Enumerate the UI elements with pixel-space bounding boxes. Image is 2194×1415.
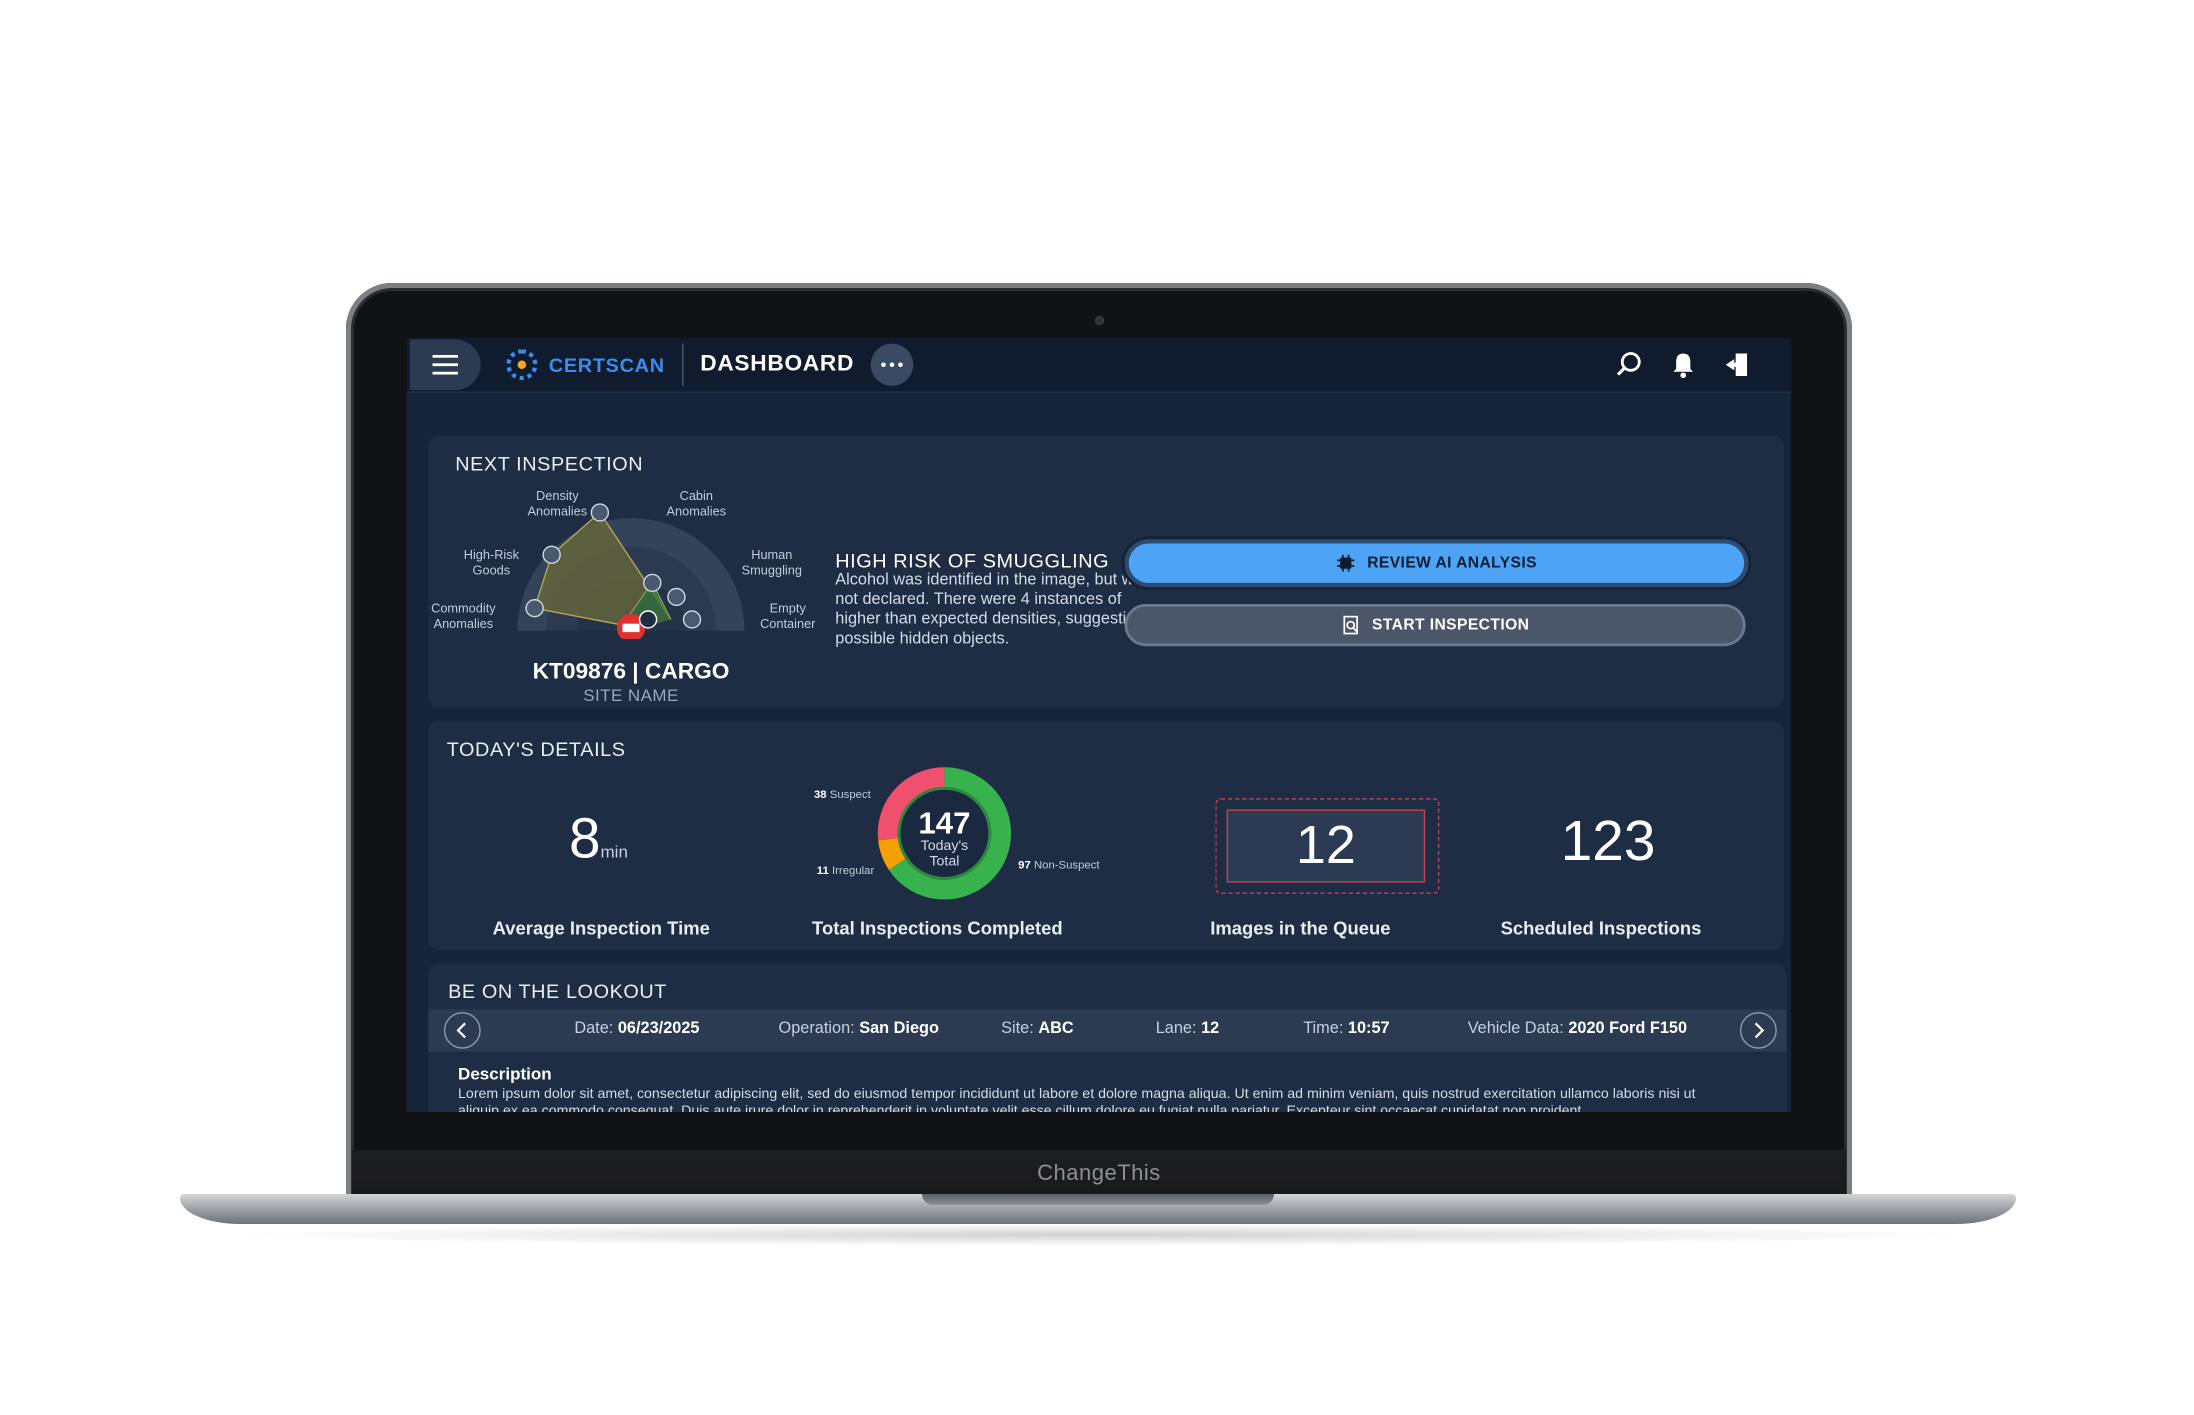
ellipsis-icon: [881, 362, 904, 367]
scan-document-icon: [1342, 615, 1358, 635]
avg-time-caption: Average Inspection Time: [492, 917, 710, 939]
avg-time-unit: min: [600, 841, 628, 862]
lookout-operation: Operation: San Diego: [779, 1021, 939, 1038]
start-inspection-button[interactable]: START INSPECTION: [1124, 603, 1746, 647]
webcam: [1095, 316, 1104, 325]
top-bar: CERTSCAN DASHBOARD: [407, 338, 1791, 393]
next-button[interactable]: [1739, 1012, 1777, 1049]
suspect-label: Suspect: [829, 788, 871, 801]
logout-icon: [1725, 353, 1748, 376]
chevron-right-icon: [1754, 1022, 1765, 1039]
suspect-count: 38: [813, 788, 827, 801]
queue-count: 12: [1226, 809, 1426, 883]
ai-chip-icon: [1337, 554, 1355, 572]
laptop-chin: ChangeThis: [352, 1150, 1846, 1195]
start-inspection-label: START INSPECTION: [1372, 616, 1530, 634]
search-button[interactable]: [1612, 348, 1646, 382]
operation-value: San Diego: [859, 1020, 939, 1038]
suspect-legend: 38 Suspect: [814, 788, 871, 801]
certscan-logo[interactable]: CERTSCAN: [506, 349, 665, 381]
vehicle-label: Vehicle Data:: [1467, 1020, 1564, 1038]
header-actions: [1612, 348, 1754, 382]
logout-button[interactable]: [1720, 348, 1754, 382]
images-queue-box[interactable]: 12: [1215, 798, 1440, 894]
non-suspect-label: Non-Suspect: [1033, 858, 1100, 872]
site-id: KT09876 | CARGO: [532, 660, 730, 685]
description-text: Lorem ipsum dolor sit amet, consectetur …: [458, 1086, 1696, 1112]
lane-value: 12: [1201, 1020, 1220, 1038]
scheduled-caption: Scheduled Inspections: [1500, 917, 1702, 939]
todays-details-panel: TODAY'S DETAILS 8min Average Inspection …: [428, 720, 1784, 951]
non-suspect-legend: 97 Non-Suspect: [1018, 859, 1099, 872]
lane-label: Lane:: [1155, 1020, 1197, 1038]
scheduled-value: 123: [1560, 810, 1656, 873]
radar-label-high-risk: High-Risk Goods: [463, 547, 520, 578]
site-name: SITE NAME: [583, 685, 679, 706]
more-options-button[interactable]: [871, 343, 914, 386]
page-title: DASHBOARD: [700, 352, 855, 376]
lookout-vehicle: Vehicle Data: 2020 Ford F150: [1468, 1021, 1687, 1038]
risk-title: HIGH RISK OF SMUGGLING: [835, 549, 1110, 572]
site-label: Site:: [1001, 1020, 1034, 1038]
site-value: ABC: [1038, 1020, 1074, 1038]
todays-details-title: TODAY'S DETAILS: [446, 737, 626, 761]
date-value: 06/23/2025: [617, 1020, 700, 1038]
laptop-notch: [922, 1194, 1274, 1205]
risk-description: Alcohol was identified in the image, but…: [835, 571, 1151, 648]
radar-label-cabin: Cabin Anomalies: [666, 488, 727, 519]
lookout-card: BE ON THE LOOKOUT Date: 06/23/2025 Opera…: [428, 962, 1787, 1112]
laptop-shadow: [220, 1224, 1980, 1246]
time-label: Time:: [1303, 1020, 1344, 1038]
chevron-left-icon: [456, 1022, 466, 1039]
radar-label-density: Density Anomalies: [527, 488, 588, 519]
radar-label-empty: Empty Container: [760, 601, 816, 631]
next-inspection-title: NEXT INSPECTION: [455, 451, 644, 475]
vehicle-value: 2020 Ford F150: [1568, 1020, 1688, 1038]
lookout-info-bar: Date: 06/23/2025 Operation: San Diego Si…: [428, 1009, 1787, 1052]
device-label: ChangeThis: [1037, 1159, 1161, 1185]
search-icon: [1616, 352, 1641, 376]
previous-button[interactable]: [443, 1012, 481, 1049]
radar-label-commodity: Commodity Anomalies: [431, 601, 496, 631]
donut-total-sublabel: Today's Total: [920, 838, 969, 870]
menu-button[interactable]: [409, 339, 481, 391]
time-value: 10:57: [1347, 1020, 1390, 1038]
bell-icon: [1673, 353, 1694, 379]
review-ai-analysis-label: REVIEW AI ANALYSIS: [1367, 554, 1537, 572]
dashboard-scaler: CERTSCAN DASHBOARD NEXT INSPECTION Densi…: [407, 338, 1791, 1112]
lookout-title: BE ON THE LOOKOUT: [448, 979, 668, 1003]
review-ai-analysis-button[interactable]: REVIEW AI ANALYSIS: [1124, 539, 1749, 588]
logo-mark-icon: [506, 349, 538, 381]
lookout-lane: Lane: 12: [1156, 1021, 1220, 1038]
next-inspection-card: NEXT INSPECTION Density Anomalies Cabin …: [428, 435, 1784, 709]
avg-inspection-time: 8min: [556, 808, 641, 871]
dashboard-screen: CERTSCAN DASHBOARD NEXT INSPECTION Densi…: [407, 338, 1791, 1112]
description-title: Description: [458, 1064, 552, 1084]
total-inspections-caption: Total Inspections Completed: [812, 917, 1063, 939]
date-label: Date:: [574, 1020, 614, 1038]
lookout-time: Time: 10:57: [1303, 1021, 1389, 1038]
donut-total-value: 147: [918, 805, 971, 841]
irregular-label: Irregular: [831, 864, 875, 877]
logo-text: CERTSCAN: [548, 353, 665, 376]
radar-label-human: Human Smuggling: [741, 547, 802, 578]
hamburger-icon: [432, 354, 459, 375]
avg-time-value: 8: [568, 808, 601, 870]
irregular-count: 11: [816, 864, 829, 877]
lookout-site: Site: ABC: [1001, 1021, 1074, 1038]
operation-label: Operation:: [778, 1020, 855, 1038]
irregular-legend: 11 Irregular: [817, 864, 874, 877]
non-suspect-count: 97: [1018, 858, 1031, 872]
notifications-button[interactable]: [1666, 348, 1700, 382]
lookout-date: Date: 06/23/2025: [574, 1021, 699, 1038]
header-divider: [681, 343, 684, 386]
